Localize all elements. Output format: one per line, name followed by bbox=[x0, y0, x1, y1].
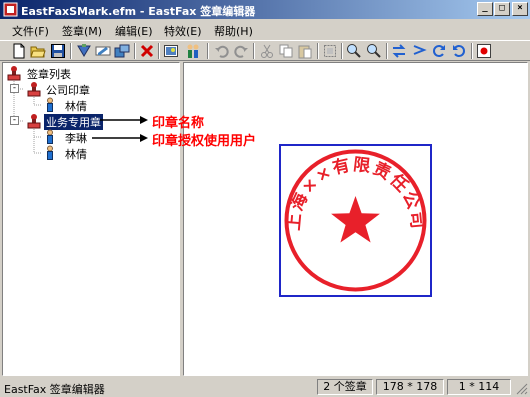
annotation-arrows bbox=[92, 116, 148, 142]
status-seal-count: 2 个签章 bbox=[317, 379, 373, 395]
status-scale: 1 * 114 bbox=[447, 379, 511, 395]
annotation-seal-name: 印章名称 bbox=[152, 116, 205, 131]
status-seal-size: 178 * 178 bbox=[376, 379, 444, 395]
status-app-name: EastFax 签章编辑器 bbox=[4, 383, 105, 396]
status-bar: EastFax 签章编辑器 2 个签章 178 * 178 1 * 114 bbox=[0, 377, 530, 397]
resize-grip-icon[interactable] bbox=[515, 382, 528, 395]
annotation-authorized-user: 印章授权使用用户 bbox=[152, 134, 257, 149]
